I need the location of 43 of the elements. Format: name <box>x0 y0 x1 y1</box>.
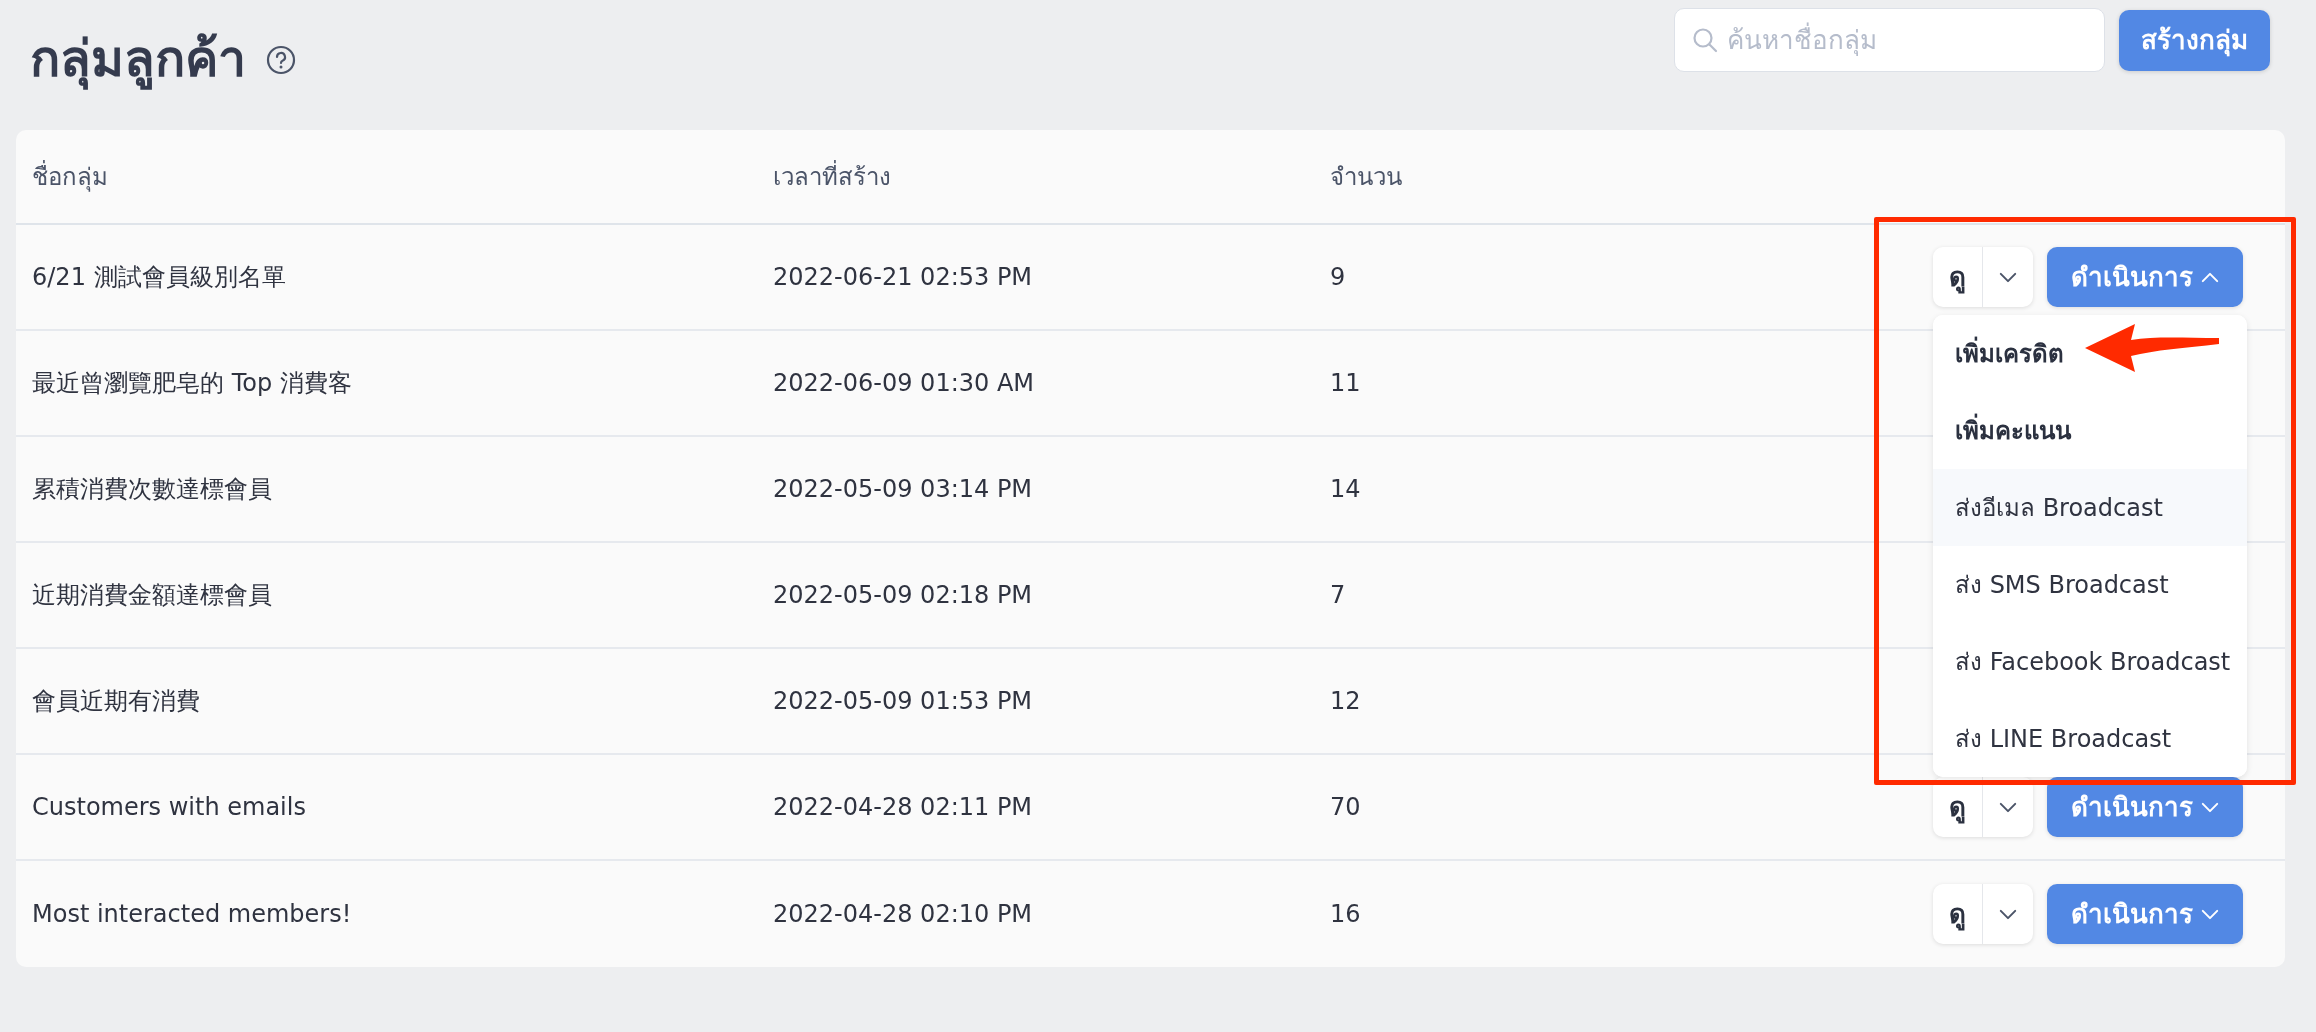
page-title: กลุ่มลูกค้า <box>30 29 246 92</box>
menu-item[interactable]: เพิ่มคะแนน <box>1933 392 2247 469</box>
group-name: Customers with emails <box>32 793 306 821</box>
help-icon[interactable] <box>266 44 296 75</box>
created-time: 2022-06-21 02:53 PM <box>773 263 1033 291</box>
chevron-down-icon <box>2201 908 2219 920</box>
created-time: 2022-04-28 02:10 PM <box>773 900 1033 928</box>
created-time: 2022-05-09 02:18 PM <box>773 581 1033 609</box>
group-name: 6/21 測試會員級別名單 <box>32 263 286 291</box>
member-count: 11 <box>1330 369 1361 397</box>
column-header: เวลาที่สร้าง <box>773 162 891 191</box>
action-button[interactable]: ดำเนินการ <box>2047 247 2243 307</box>
column-header: จำนวน <box>1330 162 1402 191</box>
member-count: 70 <box>1330 793 1361 821</box>
member-count: 7 <box>1330 581 1346 609</box>
column-header: ชื่อกลุ่ม <box>32 162 108 191</box>
created-time: 2022-05-09 03:14 PM <box>773 475 1033 503</box>
group-name: 累積消費次數達標會員 <box>32 475 272 503</box>
group-name: Most interacted members! <box>32 900 352 928</box>
search-field[interactable]: ค้นหาชื่อกลุ่ม <box>1674 8 2105 72</box>
group-name: 近期消費金額達標會員 <box>32 581 272 609</box>
created-time: 2022-05-09 01:53 PM <box>773 687 1033 715</box>
chevron-down-icon <box>1999 271 2017 283</box>
create-group-button[interactable]: สร้างกลุ่ม <box>2119 9 2270 71</box>
menu-item[interactable]: ส่ง LINE Broadcast <box>1933 700 2247 777</box>
chevron-down-icon <box>1999 908 2017 920</box>
action-button[interactable]: ดำเนินการ <box>2047 884 2243 944</box>
group-name: 最近曾瀏覽肥皂的 Top 消費客 <box>32 369 352 397</box>
member-count: 14 <box>1330 475 1361 503</box>
menu-item[interactable]: ส่งอีเมล Broadcast <box>1933 469 2247 546</box>
group-name: 會員近期有消費 <box>32 687 200 715</box>
menu-item[interactable]: เพิ่มเครดิต <box>1933 315 2247 392</box>
created-time: 2022-04-28 02:11 PM <box>773 793 1033 821</box>
member-count: 9 <box>1330 263 1346 291</box>
chevron-up-icon <box>2201 271 2219 283</box>
menu-item[interactable]: ส่ง Facebook Broadcast <box>1933 623 2247 700</box>
chevron-down-icon <box>2201 801 2219 813</box>
menu-item[interactable]: ส่ง SMS Broadcast <box>1933 546 2247 623</box>
member-count: 16 <box>1330 900 1361 928</box>
created-time: 2022-06-09 01:30 AM <box>773 369 1035 397</box>
action-button[interactable]: ดำเนินการ <box>2047 777 2243 837</box>
member-count: 12 <box>1330 687 1361 715</box>
chevron-down-icon <box>1999 801 2017 813</box>
